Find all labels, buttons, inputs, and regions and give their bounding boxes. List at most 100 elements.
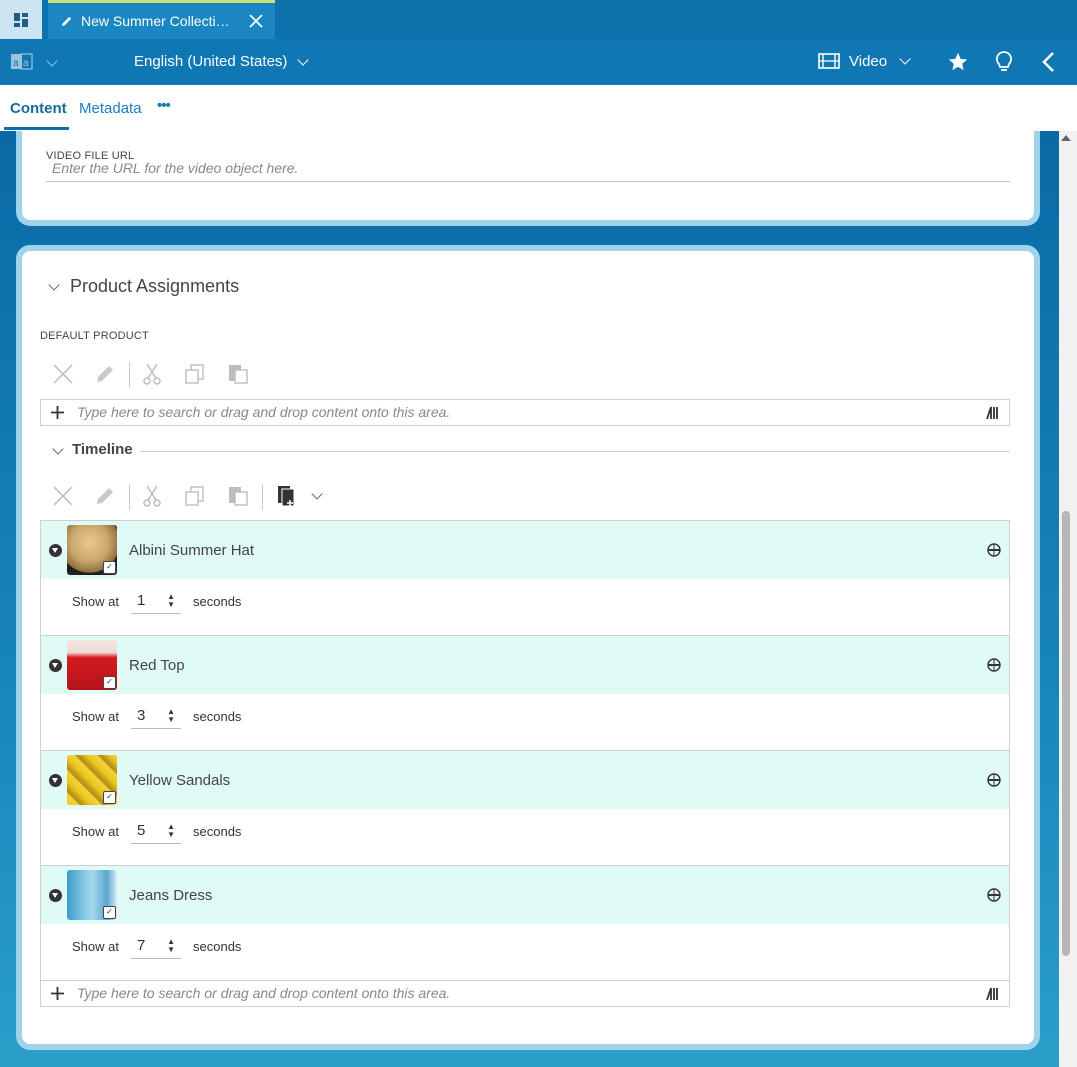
seconds-value: 5 <box>137 822 146 839</box>
product-badge-icon: ✓ <box>103 676 116 689</box>
stepper-arrows-icon[interactable]: ▲ ▼ <box>167 823 175 839</box>
list-item-header[interactable]: ✓ Albini Summer Hat <box>41 521 1009 579</box>
default-product-toolbar <box>46 359 266 389</box>
form-tabs: Content Metadata ••• <box>0 85 1077 131</box>
paste-button[interactable] <box>223 481 253 511</box>
list-item: ✓ Yellow Sandals Show at 5 ▲ ▼ seconds <box>41 751 1009 866</box>
star-icon <box>948 52 968 71</box>
lightbulb-icon <box>996 51 1012 71</box>
film-icon <box>818 53 840 69</box>
seconds-stepper[interactable]: 5 ▲ ▼ <box>131 819 181 844</box>
document-tab-title: New Summer Collecti… <box>81 13 230 29</box>
document-tab[interactable]: New Summer Collecti… <box>48 0 275 39</box>
globe-icon[interactable] <box>987 888 1001 902</box>
seconds-unit: seconds <box>193 709 242 724</box>
list-item-body: Show at 1 ▲ ▼ seconds <box>41 579 1009 636</box>
chevron-down-icon <box>899 53 911 65</box>
product-badge-icon: ✓ <box>103 906 116 919</box>
content-type-selector[interactable]: Video <box>818 52 911 70</box>
stepper-arrows-icon[interactable]: ▲ ▼ <box>167 708 175 724</box>
globe-icon[interactable] <box>987 543 1001 557</box>
chevron-down-icon[interactable] <box>48 279 60 291</box>
list-item: ✓ Red Top Show at 3 ▲ ▼ seconds <box>41 636 1009 751</box>
ideas-button[interactable] <box>993 50 1015 74</box>
tab-metadata[interactable]: Metadata <box>79 100 142 117</box>
dropzone-placeholder: Type here to search or drag and drop con… <box>77 985 451 1001</box>
product-badge-icon: ✓ <box>103 561 116 574</box>
remove-button[interactable] <box>48 359 78 389</box>
plus-icon[interactable] <box>50 405 65 420</box>
show-at-label: Show at <box>72 594 119 609</box>
list-item: ✓ Albini Summer Hat Show at 1 ▲ ▼ seconds <box>41 521 1009 636</box>
active-tab-indicator <box>4 127 69 130</box>
copy-icon <box>185 364 204 384</box>
chevron-down-icon[interactable] <box>52 443 64 455</box>
close-icon[interactable] <box>247 12 265 30</box>
translate-dropdown[interactable] <box>46 55 58 67</box>
seconds-value: 7 <box>137 937 146 954</box>
copy-button[interactable] <box>180 481 210 511</box>
product-assignments-panel: Product Assignments DEFAULT PRODUCT Type… <box>16 245 1040 1050</box>
add-item-dropdown[interactable] <box>302 481 332 511</box>
stepper-arrows-icon[interactable]: ▲ ▼ <box>167 593 175 609</box>
tab-content[interactable]: Content <box>10 100 67 117</box>
remove-button[interactable] <box>48 481 78 511</box>
tab-more[interactable]: ••• <box>157 97 171 114</box>
show-at-label: Show at <box>72 939 119 954</box>
add-item-button[interactable] <box>272 481 302 511</box>
bookmark-button[interactable] <box>947 51 969 73</box>
dashboard-button[interactable] <box>0 0 42 39</box>
collapse-icon[interactable] <box>49 774 62 787</box>
translate-button[interactable]: a a <box>10 52 34 72</box>
seconds-unit: seconds <box>193 594 242 609</box>
copy-icon <box>185 486 204 506</box>
collapse-icon[interactable] <box>49 544 62 557</box>
cut-button[interactable] <box>137 481 167 511</box>
close-icon <box>53 364 73 384</box>
pencil-icon <box>97 488 113 504</box>
stepper-arrows-icon[interactable]: ▲ ▼ <box>167 938 175 954</box>
default-product-dropzone[interactable]: Type here to search or drag and drop con… <box>40 399 1010 426</box>
pencil-icon <box>61 16 72 26</box>
collapse-sidebar-button[interactable] <box>1040 51 1056 73</box>
collapse-icon[interactable] <box>49 889 62 902</box>
plus-icon[interactable] <box>50 986 65 1001</box>
scroll-up-icon[interactable] <box>1061 135 1071 141</box>
video-url-input[interactable]: Enter the URL for the video object here. <box>46 156 1010 182</box>
copy-button[interactable] <box>180 359 210 389</box>
list-item-body: Show at 5 ▲ ▼ seconds <box>41 809 1009 866</box>
locale-selector[interactable]: English (United States) <box>134 53 310 70</box>
pencil-icon <box>97 366 113 382</box>
list-item-header[interactable]: ✓ Yellow Sandals <box>41 751 1009 809</box>
vertical-scrollbar[interactable] <box>1059 131 1077 1067</box>
list-item-header[interactable]: ✓ Jeans Dress <box>41 866 1009 924</box>
globe-icon[interactable] <box>987 658 1001 672</box>
library-icon[interactable] <box>985 405 1001 421</box>
seconds-value: 3 <box>137 707 146 724</box>
toolbar-divider <box>129 484 130 510</box>
svg-text:a: a <box>13 58 19 69</box>
locale-label: English (United States) <box>134 53 288 70</box>
list-item-header[interactable]: ✓ Red Top <box>41 636 1009 694</box>
toolbar-divider <box>262 484 263 510</box>
timeline-title: Timeline <box>72 441 133 458</box>
product-name: Yellow Sandals <box>129 772 231 789</box>
cut-button[interactable] <box>137 359 167 389</box>
chevron-down-icon <box>46 55 58 67</box>
paste-button[interactable] <box>223 359 253 389</box>
edit-button[interactable] <box>90 481 120 511</box>
library-icon[interactable] <box>985 986 1001 1002</box>
chevron-down-icon <box>311 487 323 500</box>
collapse-icon[interactable] <box>49 659 62 672</box>
seconds-stepper[interactable]: 3 ▲ ▼ <box>131 704 181 729</box>
section-title: Product Assignments <box>70 276 240 296</box>
toolbar-divider <box>129 362 130 388</box>
seconds-stepper[interactable]: 7 ▲ ▼ <box>131 934 181 959</box>
form-scroll-area: VIDEO FILE URL Enter the URL for the vid… <box>0 131 1059 1067</box>
scrollbar-thumb[interactable] <box>1062 511 1070 956</box>
timeline-dropzone[interactable]: Type here to search or drag and drop con… <box>40 980 1010 1007</box>
product-name: Albini Summer Hat <box>129 542 255 559</box>
globe-icon[interactable] <box>987 773 1001 787</box>
seconds-stepper[interactable]: 1 ▲ ▼ <box>131 589 181 614</box>
edit-button[interactable] <box>90 359 120 389</box>
